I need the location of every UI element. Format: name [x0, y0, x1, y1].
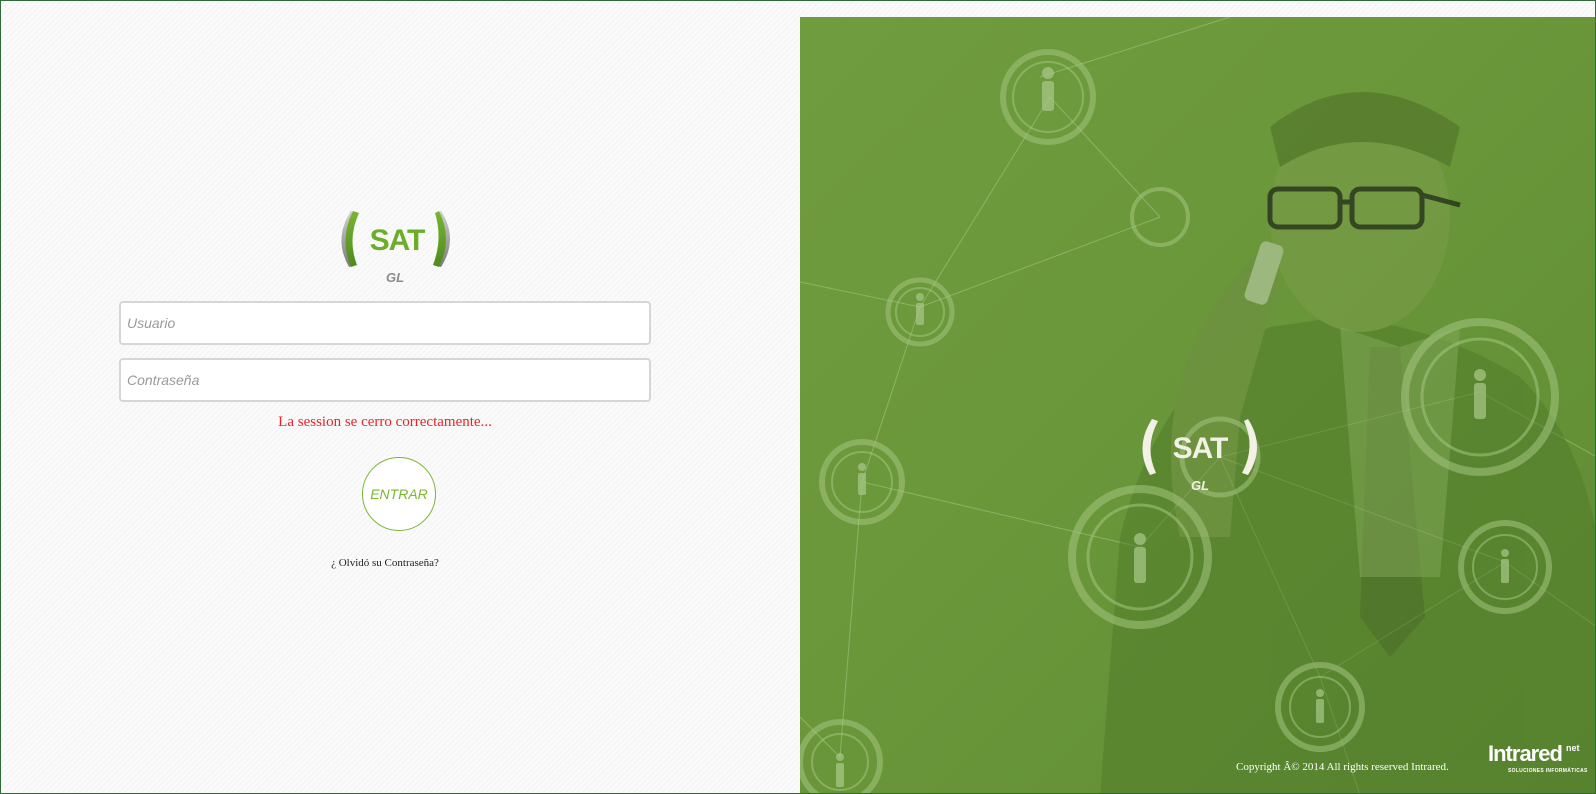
brand-suffix: net — [1566, 743, 1580, 753]
sat-logo: SAT GL — [341, 211, 450, 285]
copyright-text: Copyright Â© 2014 All rights reserved In… — [1236, 761, 1449, 773]
login-page: SAT GL La session se cerro correctamente… — [0, 0, 1596, 794]
person-node-icon — [916, 293, 924, 325]
forgot-password-link[interactable]: ¿ Olvidó su Contraseña? — [119, 557, 651, 569]
brand-name: Intrared — [1488, 741, 1563, 766]
username-input[interactable] — [119, 301, 651, 345]
network-background — [800, 17, 1595, 793]
person-node-icon — [1134, 533, 1146, 583]
logo-text: SAT — [370, 224, 425, 257]
person-node-icon — [1316, 689, 1324, 723]
person-node-icon — [836, 753, 844, 787]
person-node-icon — [1474, 369, 1486, 419]
person-node-icon — [858, 463, 866, 495]
session-closed-message: La session se cerro correctamente... — [278, 414, 492, 430]
intrared-logo: Intrared net SOLUCIONES INFORMÁTICAS — [1488, 741, 1588, 785]
person-node-icon — [1501, 549, 1509, 583]
logo-subtext: GL — [386, 270, 404, 285]
hero-logo-text: SAT — [1173, 432, 1228, 465]
person-node-icon — [1042, 67, 1054, 111]
brand-tagline: SOLUCIONES INFORMÁTICAS — [1508, 768, 1588, 774]
password-input[interactable] — [119, 358, 651, 402]
hero-sat-logo: SAT GL — [1142, 419, 1257, 493]
enter-button[interactable]: ENTRAR — [362, 457, 436, 531]
hero-logo-subtext: GL — [1191, 478, 1209, 493]
hero-panel: SAT GL Copyright Â© 2014 All rights rese… — [800, 17, 1595, 793]
